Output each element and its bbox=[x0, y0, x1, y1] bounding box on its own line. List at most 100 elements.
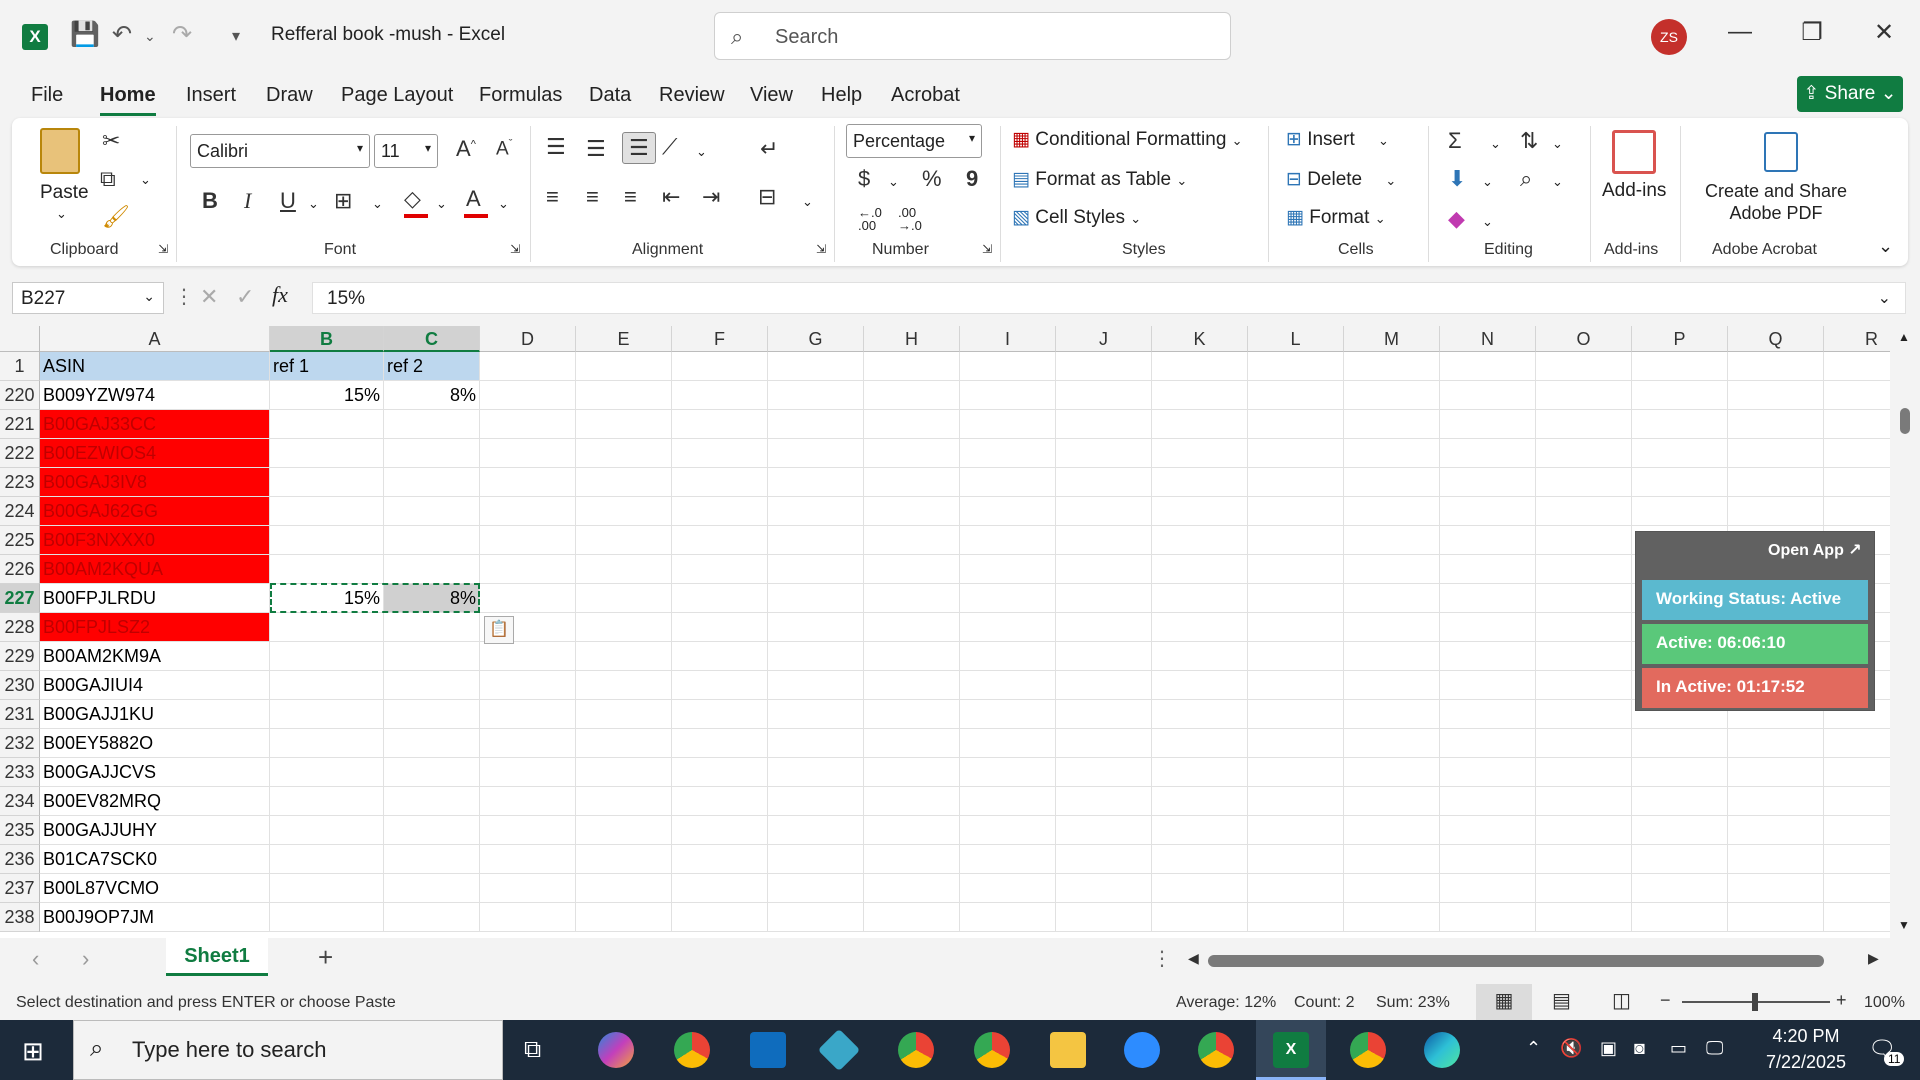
cell[interactable] bbox=[1152, 497, 1248, 526]
cell[interactable] bbox=[864, 758, 960, 787]
cell[interactable] bbox=[864, 787, 960, 816]
row-header[interactable]: 222 bbox=[0, 439, 40, 468]
cell[interactable] bbox=[1440, 410, 1536, 439]
cell[interactable] bbox=[1728, 381, 1824, 410]
cell[interactable] bbox=[1440, 468, 1536, 497]
cell-ref1[interactable] bbox=[270, 758, 384, 787]
column-header-h[interactable]: H bbox=[864, 326, 960, 352]
tab-data[interactable]: Data bbox=[589, 84, 631, 107]
cell[interactable] bbox=[480, 468, 576, 497]
collapse-ribbon-icon[interactable]: ⌄ bbox=[1878, 236, 1893, 257]
cell-ref2[interactable] bbox=[384, 468, 480, 497]
cell[interactable] bbox=[864, 410, 960, 439]
cell-asin[interactable]: B00GAJIUI4 bbox=[40, 671, 270, 700]
cell[interactable] bbox=[1344, 497, 1440, 526]
open-app-link[interactable]: Open App ↗ bbox=[1768, 540, 1862, 560]
cell[interactable] bbox=[960, 816, 1056, 845]
cell[interactable] bbox=[1344, 584, 1440, 613]
cell[interactable] bbox=[672, 874, 768, 903]
cell[interactable] bbox=[1344, 439, 1440, 468]
cell[interactable] bbox=[864, 700, 960, 729]
cell-asin[interactable]: B00GAJJ1KU bbox=[40, 700, 270, 729]
cell[interactable] bbox=[672, 352, 768, 381]
cell[interactable] bbox=[1440, 874, 1536, 903]
cell-ref2[interactable]: 8% bbox=[384, 381, 480, 410]
cell-ref1[interactable] bbox=[270, 410, 384, 439]
row-header[interactable]: 227 bbox=[0, 584, 40, 613]
wrap-text-icon[interactable]: ↵ bbox=[760, 136, 778, 162]
cell[interactable] bbox=[1152, 642, 1248, 671]
cell[interactable] bbox=[1536, 555, 1632, 584]
column-header-l[interactable]: L bbox=[1248, 326, 1344, 352]
name-box[interactable]: B227 ⌄ bbox=[12, 282, 164, 314]
cell[interactable] bbox=[1056, 584, 1152, 613]
cell-ref2[interactable] bbox=[384, 613, 480, 642]
fill-down-icon[interactable]: ⬇ bbox=[1448, 166, 1466, 192]
font-size-select[interactable]: 11 ▾ bbox=[374, 134, 438, 168]
paste-options-icon[interactable]: 📋 bbox=[484, 616, 514, 644]
scroll-down-icon[interactable]: ▼ bbox=[1898, 918, 1910, 932]
currency-dropdown-icon[interactable]: ⌄ bbox=[888, 174, 899, 190]
cell-ref2[interactable] bbox=[384, 642, 480, 671]
underline-button[interactable]: U bbox=[280, 188, 296, 214]
cell[interactable] bbox=[768, 845, 864, 874]
cell-ref2[interactable] bbox=[384, 671, 480, 700]
cell-ref1[interactable]: 15% bbox=[270, 584, 384, 613]
cell[interactable] bbox=[1728, 468, 1824, 497]
currency-button[interactable]: $ bbox=[858, 166, 870, 192]
autosum-icon[interactable]: Σ bbox=[1448, 128, 1462, 154]
row-header[interactable]: 229 bbox=[0, 642, 40, 671]
row-header[interactable]: 224 bbox=[0, 497, 40, 526]
decrease-indent-icon[interactable]: ⇤ bbox=[662, 184, 680, 210]
cell[interactable] bbox=[960, 758, 1056, 787]
cell[interactable] bbox=[480, 700, 576, 729]
cell-ref2[interactable] bbox=[384, 526, 480, 555]
cell[interactable] bbox=[1632, 903, 1728, 932]
cell[interactable] bbox=[1536, 526, 1632, 555]
zoom-slider-thumb[interactable] bbox=[1752, 993, 1758, 1011]
row-header[interactable]: 226 bbox=[0, 555, 40, 584]
cell[interactable] bbox=[864, 642, 960, 671]
cell[interactable] bbox=[1728, 758, 1824, 787]
cell[interactable] bbox=[576, 845, 672, 874]
cell[interactable] bbox=[1056, 410, 1152, 439]
zoom-in-icon[interactable]: + bbox=[1836, 990, 1847, 1011]
row-header[interactable]: 236 bbox=[0, 845, 40, 874]
cell[interactable] bbox=[576, 642, 672, 671]
cell[interactable] bbox=[1248, 439, 1344, 468]
cell-ref2[interactable]: 8% bbox=[384, 584, 480, 613]
cell-ref2[interactable] bbox=[384, 903, 480, 932]
avatar[interactable]: ZS bbox=[1651, 19, 1687, 55]
cell[interactable] bbox=[1632, 816, 1728, 845]
cell[interactable] bbox=[480, 671, 576, 700]
cell[interactable] bbox=[1056, 816, 1152, 845]
chrome-profile2-icon[interactable] bbox=[974, 1032, 1010, 1068]
windows-start-icon[interactable]: ⊞ bbox=[22, 1036, 44, 1067]
cell[interactable] bbox=[1248, 729, 1344, 758]
cell-asin[interactable]: B00EZWIOS4 bbox=[40, 439, 270, 468]
cell[interactable] bbox=[864, 526, 960, 555]
cell[interactable] bbox=[864, 555, 960, 584]
cell[interactable] bbox=[1344, 381, 1440, 410]
cell[interactable] bbox=[1248, 903, 1344, 932]
cell[interactable] bbox=[1056, 468, 1152, 497]
cell[interactable] bbox=[960, 352, 1056, 381]
column-header-b[interactable]: B bbox=[270, 326, 384, 352]
column-header-c[interactable]: C bbox=[384, 326, 480, 352]
row-header[interactable]: 233 bbox=[0, 758, 40, 787]
zoom-app-icon[interactable] bbox=[1124, 1032, 1160, 1068]
cell[interactable] bbox=[1440, 352, 1536, 381]
cell[interactable] bbox=[1152, 410, 1248, 439]
cell-asin[interactable]: B00J9OP7JM bbox=[40, 903, 270, 932]
cell[interactable] bbox=[1728, 410, 1824, 439]
taskbar-date[interactable]: 7/22/2025 bbox=[1746, 1052, 1866, 1073]
cell[interactable] bbox=[768, 497, 864, 526]
cell[interactable] bbox=[1152, 439, 1248, 468]
cell[interactable] bbox=[864, 729, 960, 758]
cell[interactable] bbox=[960, 613, 1056, 642]
cell[interactable] bbox=[672, 729, 768, 758]
cell[interactable] bbox=[672, 787, 768, 816]
font-launcher-icon[interactable]: ⇲ bbox=[510, 242, 520, 256]
cell-ref2[interactable] bbox=[384, 845, 480, 874]
cell[interactable] bbox=[576, 671, 672, 700]
